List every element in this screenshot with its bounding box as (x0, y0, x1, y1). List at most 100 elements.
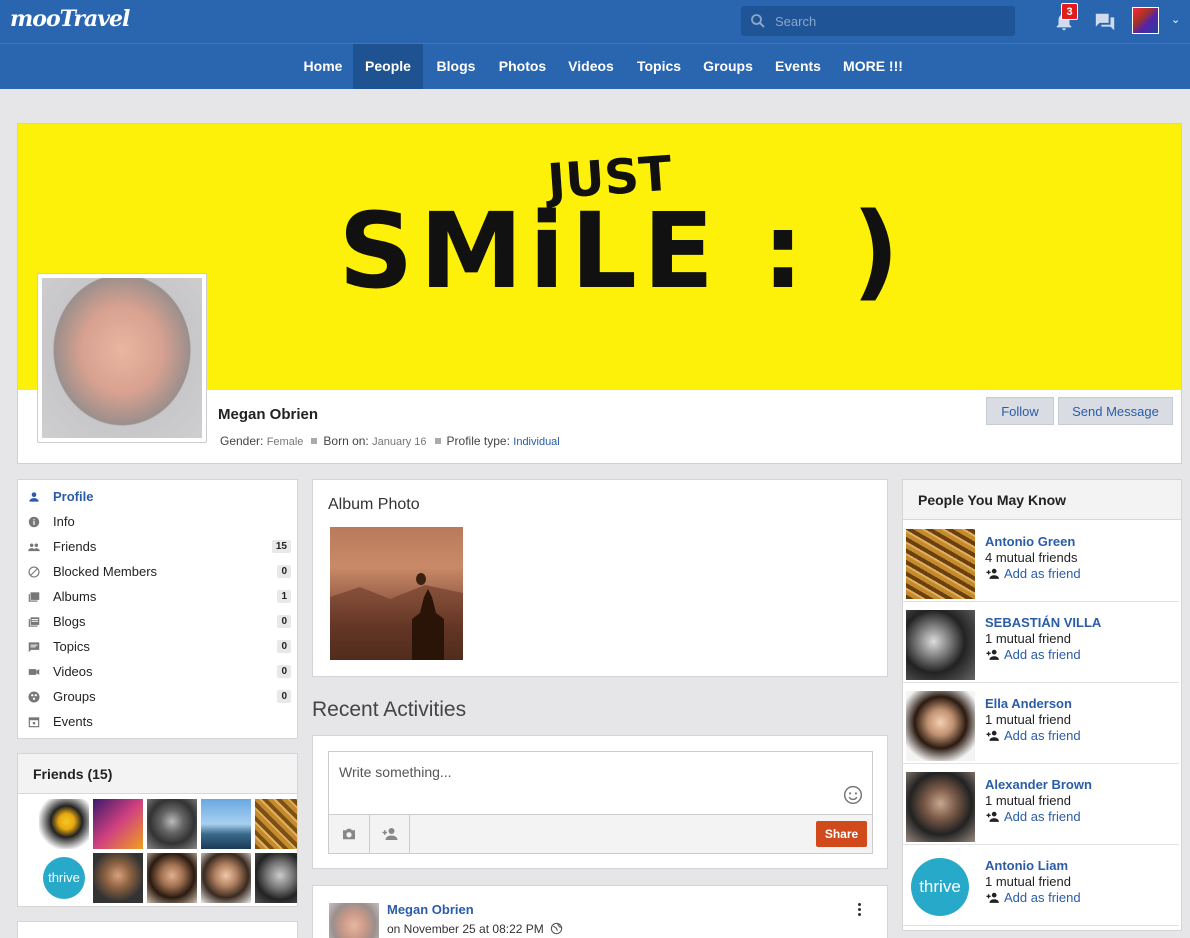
search-box[interactable] (741, 6, 1015, 36)
suggestion-name[interactable]: SEBASTIÁN VILLA (985, 615, 1101, 630)
nav-more[interactable]: MORE !!! (832, 44, 914, 89)
nav-home[interactable]: Home (292, 44, 354, 89)
nav-groups[interactable]: Groups (692, 44, 764, 89)
add-friend-label: Add as friend (1004, 890, 1081, 905)
activities-title: Recent Activities (312, 698, 467, 721)
suggestion-name[interactable]: Antonio Green (985, 534, 1075, 549)
friend-avatar[interactable] (201, 853, 251, 903)
camera-icon (343, 828, 355, 840)
friend-avatar[interactable] (93, 799, 143, 849)
user-avatar[interactable] (1132, 7, 1159, 34)
bullet-icon (434, 438, 441, 444)
sidebar-item-friends[interactable]: Friends 15 (18, 535, 298, 560)
sidebar-item-albums[interactable]: Albums 1 (18, 585, 298, 610)
thrive-logo: thrive (43, 857, 85, 899)
sidebar-item-blogs[interactable]: Blogs 0 (18, 610, 298, 635)
sidebar-item-label: Profile (53, 489, 94, 504)
sidebar-item-events[interactable]: Events (18, 710, 298, 735)
sidebar-item-label: Albums (53, 589, 97, 604)
sidebar-item-groups[interactable]: Groups 0 (18, 685, 298, 710)
bullet-icon (311, 438, 318, 444)
groups-icon (28, 691, 40, 703)
friend-avatar[interactable] (255, 853, 297, 903)
suggestion-name[interactable]: Ella Anderson (985, 696, 1072, 711)
add-friend-button[interactable]: Add as friend (985, 890, 1081, 905)
post-time-text: on November 25 at 08:22 PM (387, 922, 544, 936)
topic-icon (28, 642, 40, 653)
sidebar-item-profile[interactable]: Profile (18, 485, 298, 510)
friend-avatar[interactable] (201, 799, 251, 849)
post-author-avatar[interactable] (329, 903, 379, 938)
nav-videos[interactable]: Videos (556, 44, 626, 89)
add-friend-label: Add as friend (1004, 728, 1081, 743)
sidebar-item-videos[interactable]: Videos 0 (18, 660, 298, 685)
nav-topics[interactable]: Topics (626, 44, 692, 89)
album-thumbnail[interactable] (330, 527, 463, 660)
friend-avatar[interactable] (147, 853, 197, 903)
friend-avatar[interactable] (93, 853, 143, 903)
add-friend-button[interactable]: Add as friend (985, 647, 1081, 662)
friend-avatar[interactable]: thrive (39, 853, 89, 903)
chevron-down-icon[interactable]: ⌄ (1171, 13, 1180, 26)
composer-panel: Write something... Share (312, 735, 888, 869)
sidebar-item-label: Events (53, 714, 93, 729)
profile-type-link[interactable]: Individual (513, 436, 559, 448)
suggestion-row: thrive Antonio Liam 1 mutual friend Add as … (903, 845, 1179, 926)
add-friend-button[interactable]: Add as friend (985, 728, 1081, 743)
gender-value: Female (266, 436, 304, 448)
mutual-friends-count: 1 mutual friend (985, 793, 1071, 808)
sidebar-item-topics[interactable]: Topics 0 (18, 635, 298, 660)
friends-panel: Friends (15) thrive (17, 753, 298, 907)
born-label: Born on: (323, 434, 369, 448)
send-message-button[interactable]: Send Message (1058, 397, 1173, 425)
profile-avatar[interactable] (37, 273, 207, 443)
suggestion-avatar[interactable]: thrive (906, 853, 975, 923)
tag-friend-button[interactable] (370, 815, 410, 853)
search-input[interactable] (775, 6, 1005, 36)
status-input[interactable]: Write something... (328, 751, 873, 814)
nav-events[interactable]: Events (764, 44, 832, 89)
nav-blogs[interactable]: Blogs (423, 44, 489, 89)
sidebar-item-blocked-members[interactable]: Blocked Members 0 (18, 560, 298, 585)
post-options-icon[interactable] (854, 901, 864, 921)
nav-people[interactable]: People (353, 44, 423, 89)
add-friend-button[interactable]: Add as friend (985, 809, 1081, 824)
suggestion-avatar[interactable] (906, 691, 975, 761)
suggestion-name[interactable]: Alexander Brown (985, 777, 1092, 792)
mutual-friends-panel (17, 921, 298, 938)
add-friend-label: Add as friend (1004, 566, 1081, 581)
mutual-friends-count: 1 mutual friend (985, 712, 1071, 727)
gender-label: Gender: (220, 434, 264, 448)
profile-name: Megan Obrien (218, 406, 319, 423)
suggestion-name[interactable]: Antonio Liam (985, 858, 1068, 873)
activity-post: Megan Obrien on November 25 at 08:22 PM (312, 885, 888, 938)
friend-avatar[interactable] (39, 799, 89, 849)
messages-icon[interactable] (1094, 11, 1116, 33)
friend-avatar[interactable] (255, 799, 297, 849)
suggestion-avatar[interactable] (906, 610, 975, 680)
sidebar-item-count: 0 (277, 615, 291, 628)
photo-upload-button[interactable] (329, 815, 370, 853)
post-author-name[interactable]: Megan Obrien (387, 902, 474, 917)
composer-toolbar: Share (328, 814, 873, 854)
friend-avatar[interactable] (147, 799, 197, 849)
add-friend-button[interactable]: Add as friend (985, 566, 1081, 581)
suggestion-avatar[interactable] (906, 772, 975, 842)
follow-button[interactable]: Follow (986, 397, 1054, 425)
album-title: Album Photo (328, 496, 420, 513)
pymk-title: People You May Know (903, 480, 1181, 520)
profile-photo (42, 278, 202, 438)
app-logo[interactable]: mooTravel (10, 6, 130, 32)
add-person-icon (382, 828, 398, 840)
block-icon (28, 566, 40, 578)
share-button[interactable]: Share (816, 821, 867, 847)
sidebar-item-label: Topics (53, 639, 90, 654)
emoji-icon[interactable] (843, 785, 863, 805)
notification-badge[interactable]: 3 (1061, 3, 1078, 20)
profile-menu: Profile Info Friends 15 Blocked Members 0 Albu… (17, 479, 298, 739)
born-value: January 16 (372, 436, 427, 448)
suggestion-avatar[interactable] (906, 529, 975, 599)
nav-photos[interactable]: Photos (489, 44, 556, 89)
sidebar-item-info[interactable]: Info (18, 510, 298, 535)
add-friend-label: Add as friend (1004, 809, 1081, 824)
